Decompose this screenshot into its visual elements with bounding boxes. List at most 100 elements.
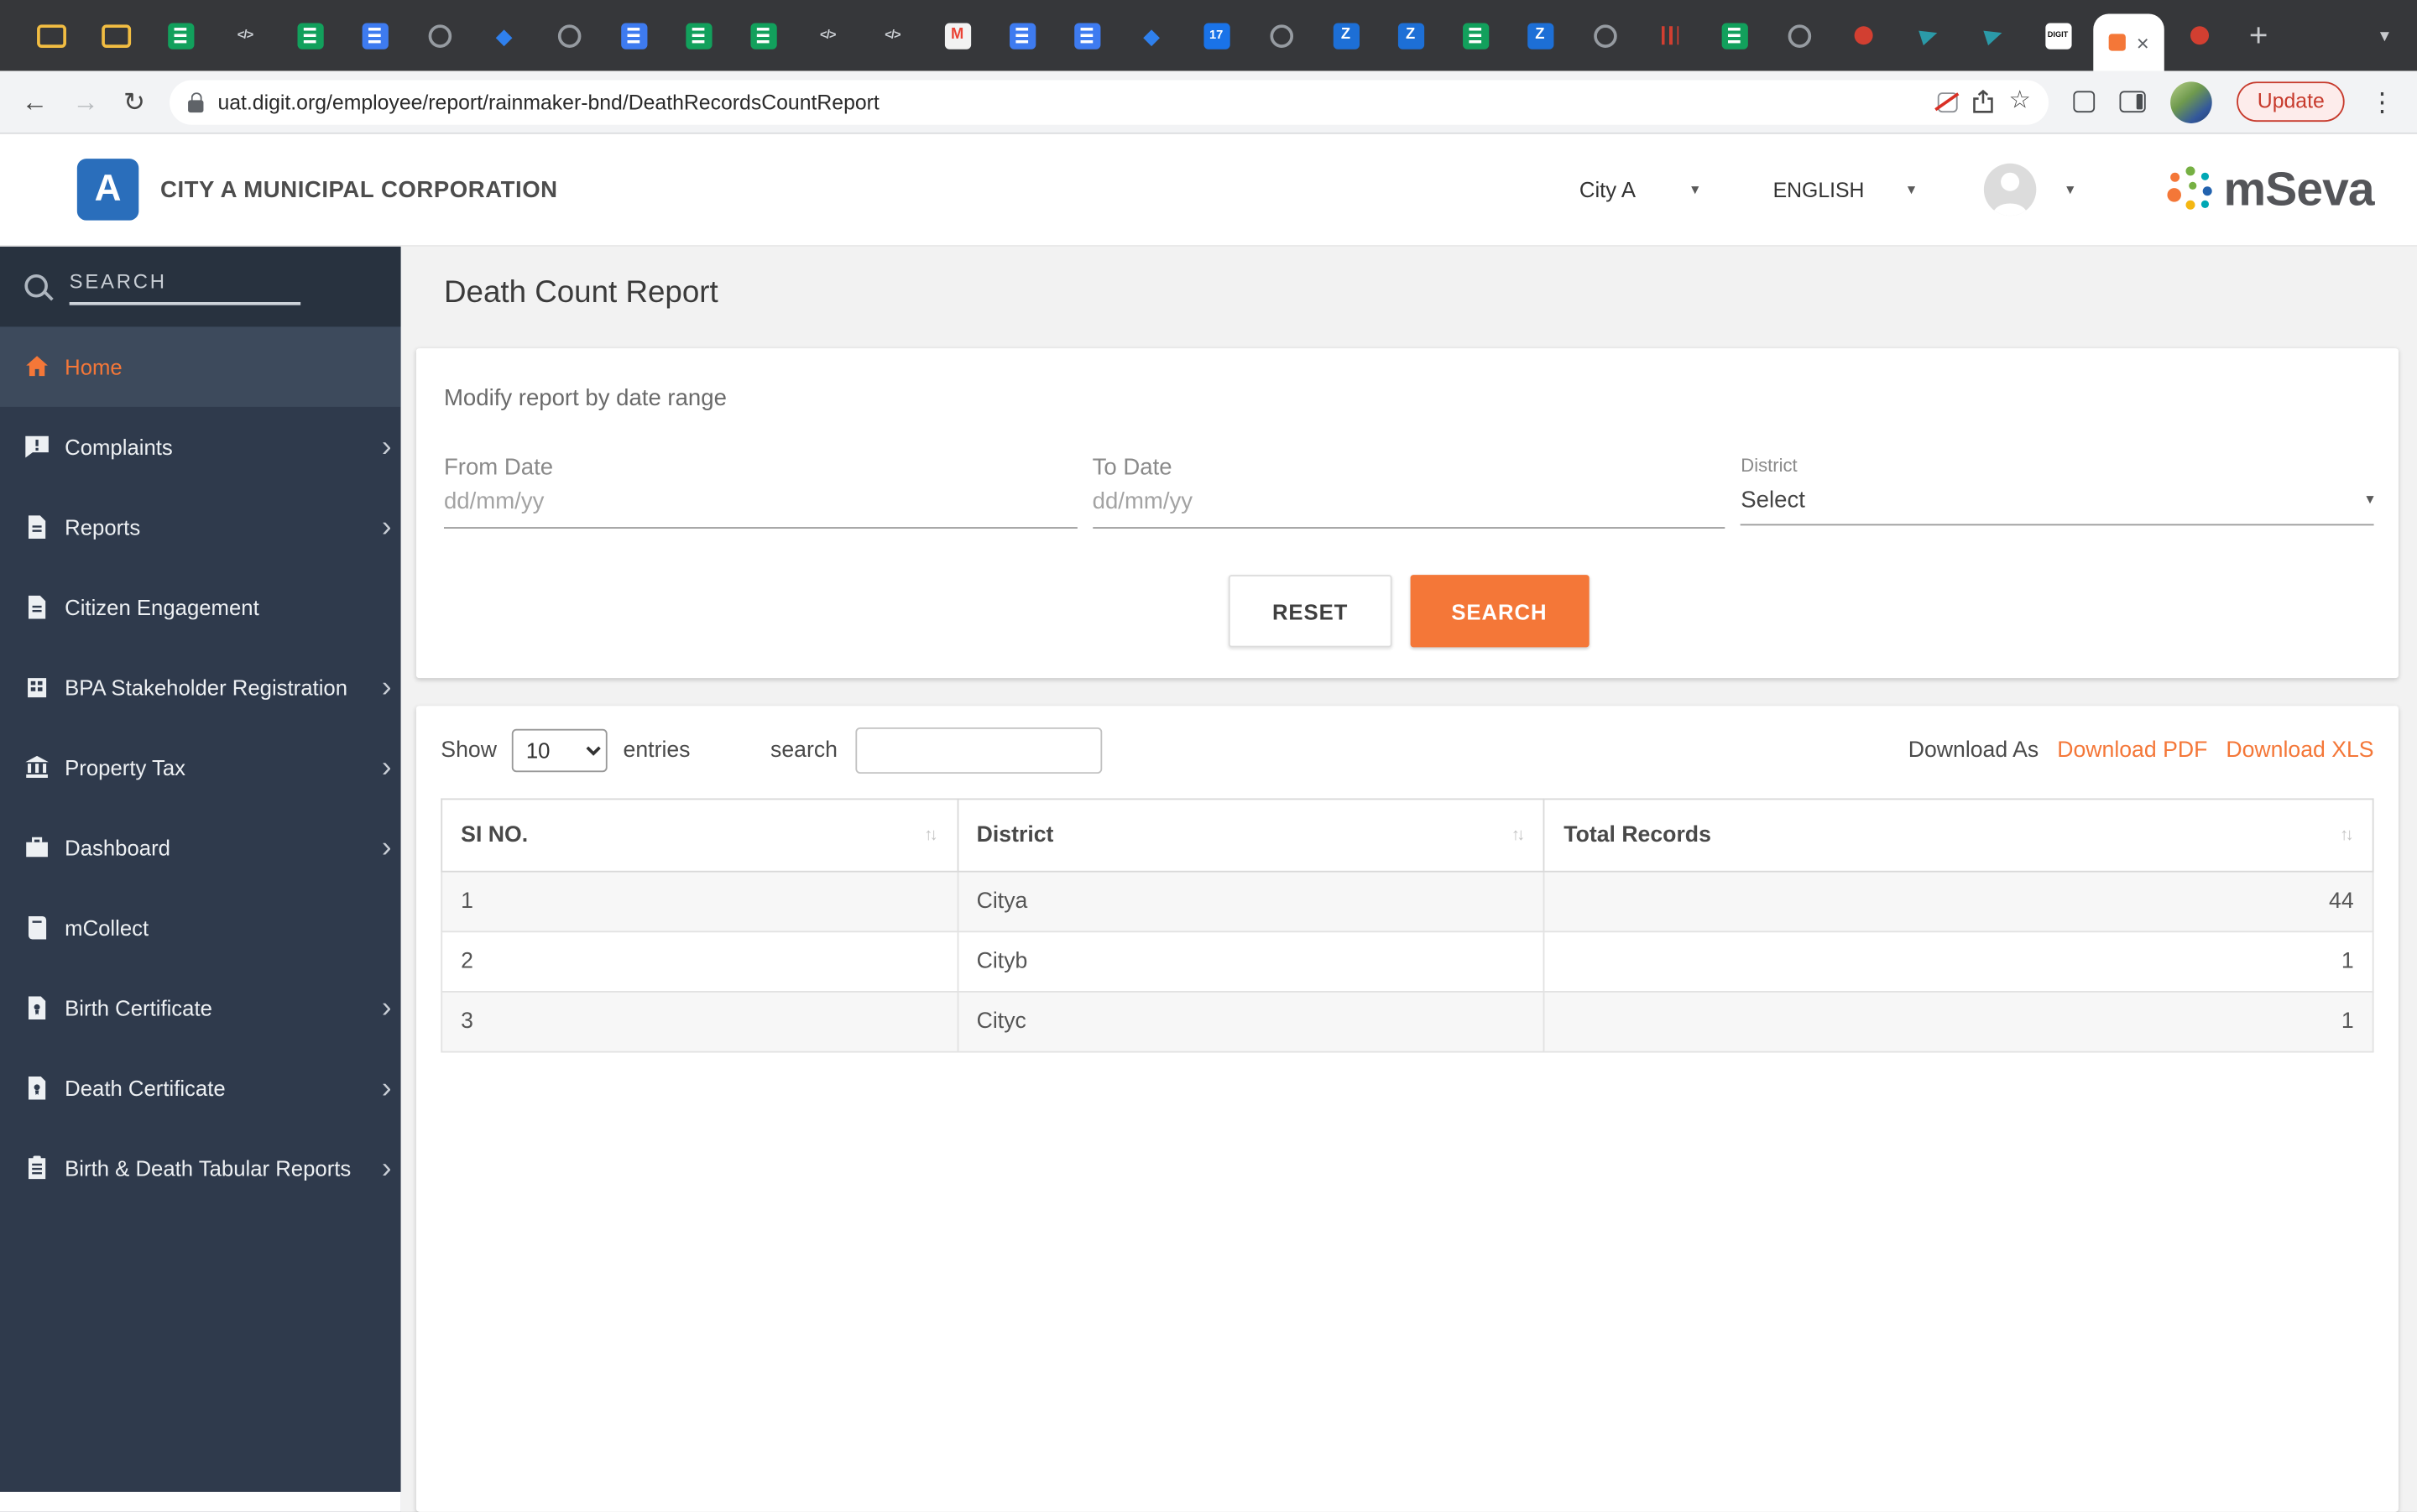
from-date-input[interactable] bbox=[443, 483, 1078, 529]
pinned-tab[interactable] bbox=[1572, 0, 1637, 70]
column-header-total-records[interactable]: Total Records ↑↓ bbox=[1543, 798, 2374, 873]
pinned-tab[interactable]: Z bbox=[1507, 0, 1572, 70]
pinned-tab[interactable] bbox=[1960, 0, 2025, 70]
download-pdf-link[interactable]: Download PDF bbox=[2057, 738, 2207, 763]
pinned-tab[interactable] bbox=[342, 0, 407, 70]
pinned-tab[interactable] bbox=[989, 0, 1054, 70]
reset-button[interactable]: RESET bbox=[1229, 575, 1391, 648]
download-xls-link[interactable]: Download XLS bbox=[2226, 738, 2373, 763]
sidebar-item-home[interactable]: Home bbox=[0, 326, 401, 407]
pinned-tab[interactable] bbox=[407, 0, 472, 70]
tab-search-chevron-icon[interactable]: ▾ bbox=[2380, 24, 2399, 46]
cell-total-records: 1 bbox=[1543, 931, 2374, 993]
pinned-tab[interactable] bbox=[1054, 0, 1119, 70]
browser-menu-icon[interactable]: ⋮ bbox=[2369, 89, 2395, 115]
forward-icon[interactable]: → bbox=[72, 89, 98, 115]
sidebar-search-input[interactable] bbox=[69, 266, 301, 305]
pinned-tab[interactable] bbox=[148, 0, 212, 70]
pinned-tab[interactable] bbox=[601, 0, 666, 70]
bookmark-star-icon[interactable]: ☆ bbox=[2008, 89, 2030, 114]
pinned-tab[interactable]: ◆ bbox=[472, 0, 536, 70]
user-menu[interactable]: ▾ bbox=[1982, 163, 2074, 216]
side-panel-icon[interactable] bbox=[2120, 91, 2147, 113]
sidebar-item-complaints[interactable]: Complaints › bbox=[0, 407, 401, 487]
city-selector[interactable]: City A ▾ bbox=[1579, 177, 1699, 201]
url-text[interactable]: uat.digit.org/employee/report/rainmaker-… bbox=[217, 90, 1924, 113]
district-select[interactable]: District Select ▾ bbox=[1741, 455, 2374, 529]
pinned-tab[interactable] bbox=[83, 0, 148, 70]
caret-down-icon: ▾ bbox=[1907, 180, 1916, 199]
bank-icon bbox=[25, 755, 49, 779]
pinned-tab[interactable]: </> bbox=[860, 0, 925, 70]
sidebar-item-birth-death-tabular-reports[interactable]: Birth & Death Tabular Reports › bbox=[0, 1128, 401, 1208]
search-icon bbox=[24, 274, 48, 298]
pinned-tab[interactable]: ◆ bbox=[1119, 0, 1183, 70]
from-date-field[interactable]: From Date bbox=[443, 455, 1078, 529]
sort-icon[interactable]: ↑↓ bbox=[1511, 826, 1526, 844]
new-tab-button[interactable]: + bbox=[2232, 19, 2284, 52]
table-search-input[interactable] bbox=[856, 727, 1103, 774]
browser-tab-strip: </> ◆ </> </> M ◆ 17 Z Z Z DIGIT × + ▾ bbox=[0, 0, 2417, 71]
pinned-tab[interactable]: M bbox=[925, 0, 989, 70]
page-size-select[interactable]: 10 bbox=[512, 728, 608, 773]
tab-favicon-icon bbox=[1786, 23, 1812, 49]
sidebar-item-label: Death Certificate bbox=[65, 1076, 226, 1101]
sidebar-item-dashboard[interactable]: Dashboard › bbox=[0, 807, 401, 888]
pinned-tab[interactable] bbox=[731, 0, 796, 70]
sidebar-item-label: BPA Stakeholder Registration bbox=[65, 675, 348, 700]
to-date-input[interactable] bbox=[1092, 483, 1725, 529]
pinned-tab[interactable]: </> bbox=[796, 0, 860, 70]
mseva-logo-dots-icon bbox=[2166, 166, 2213, 212]
pinned-tab[interactable]: Z bbox=[1313, 0, 1378, 70]
download-links: Download As Download PDF Download XLS bbox=[1908, 738, 2374, 763]
reload-icon[interactable]: ↻ bbox=[123, 89, 145, 115]
certificate-icon bbox=[28, 1076, 46, 1100]
blocked-permission-icon[interactable] bbox=[1937, 91, 1958, 112]
sort-icon[interactable]: ↑↓ bbox=[924, 826, 938, 844]
sidebar-item-reports[interactable]: Reports › bbox=[0, 487, 401, 567]
pinned-tab[interactable] bbox=[536, 0, 601, 70]
pinned-tab[interactable] bbox=[278, 0, 342, 70]
pinned-tabs bbox=[2168, 0, 2232, 70]
pinned-tab[interactable]: 17 bbox=[1184, 0, 1249, 70]
sidebar-item-citizen-engagement[interactable]: Citizen Engagement bbox=[0, 567, 401, 648]
search-button[interactable]: SEARCH bbox=[1409, 575, 1590, 648]
pinned-tab[interactable] bbox=[1443, 0, 1507, 70]
pinned-tab[interactable] bbox=[1637, 0, 1702, 70]
back-icon[interactable]: ← bbox=[22, 89, 48, 115]
site-info-lock-icon[interactable] bbox=[188, 91, 204, 112]
sidebar-item-property-tax[interactable]: Property Tax › bbox=[0, 727, 401, 808]
share-icon[interactable] bbox=[1971, 89, 1995, 114]
pinned-tab[interactable]: Z bbox=[1378, 0, 1443, 70]
reading-list-icon[interactable] bbox=[2074, 91, 2096, 113]
active-tab[interactable]: × bbox=[2093, 13, 2165, 71]
sidebar-item-bpa-stakeholder-registration[interactable]: BPA Stakeholder Registration › bbox=[0, 647, 401, 727]
mseva-logo: mSeva bbox=[2166, 162, 2374, 217]
tab-close-icon[interactable]: × bbox=[2137, 32, 2149, 54]
pinned-tab[interactable] bbox=[1249, 0, 1313, 70]
pinned-tab[interactable] bbox=[1767, 0, 1831, 70]
pinned-tab[interactable] bbox=[1702, 0, 1767, 70]
address-bar[interactable]: uat.digit.org/employee/report/rainmaker-… bbox=[170, 79, 2049, 124]
pinned-tab[interactable]: </> bbox=[212, 0, 277, 70]
sort-icon[interactable]: ↑↓ bbox=[2340, 826, 2354, 844]
download-as-label: Download As bbox=[1908, 738, 2039, 764]
header-right: City A ▾ ENGLISH ▾ ▾ mSeva bbox=[1579, 162, 2417, 217]
filter-buttons: RESET SEARCH bbox=[444, 575, 2374, 648]
chrome-update-button[interactable]: Update bbox=[2237, 81, 2345, 122]
to-date-field[interactable]: To Date bbox=[1092, 455, 1725, 529]
clipboard-icon bbox=[28, 1155, 46, 1180]
column-header-district[interactable]: District ↑↓ bbox=[956, 798, 1546, 873]
pinned-tab[interactable] bbox=[1831, 0, 1896, 70]
browser-profile-avatar[interactable] bbox=[2170, 81, 2213, 123]
language-selector[interactable]: ENGLISH ▾ bbox=[1773, 178, 1916, 201]
pinned-tab[interactable] bbox=[1896, 0, 1960, 70]
column-header-slno[interactable]: SI NO. ↑↓ bbox=[441, 798, 958, 873]
sidebar-item-death-certificate[interactable]: Death Certificate › bbox=[0, 1048, 401, 1129]
sidebar-item-birth-certificate[interactable]: Birth Certificate › bbox=[0, 967, 401, 1048]
pinned-tab[interactable] bbox=[2168, 0, 2232, 70]
pinned-tab[interactable] bbox=[18, 0, 83, 70]
pinned-tab[interactable]: DIGIT bbox=[2025, 0, 2090, 70]
pinned-tab[interactable] bbox=[666, 0, 730, 70]
sidebar-item-mcollect[interactable]: mCollect bbox=[0, 888, 401, 968]
